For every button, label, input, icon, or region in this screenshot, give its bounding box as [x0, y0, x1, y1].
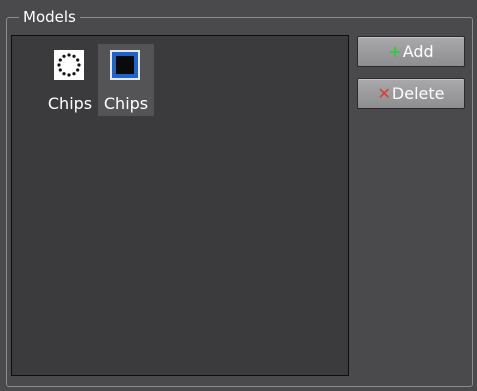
list-item-label: Chips — [47, 94, 93, 113]
delete-button[interactable]: ✕ Delete — [357, 78, 465, 109]
add-button-label: Add — [402, 42, 434, 61]
add-button[interactable]: + Add — [357, 36, 465, 67]
black-square-chip-icon — [110, 50, 140, 80]
models-group-title: Models — [19, 7, 80, 27]
list-item[interactable]: Chips — [42, 44, 98, 116]
models-list[interactable]: Chips Chips — [11, 35, 349, 376]
plus-icon: + — [388, 41, 402, 61]
dotted-circle-chip-icon — [54, 50, 84, 80]
models-panel: Models Chips Chips + Add ✕ Delete — [0, 0, 477, 391]
delete-button-label: Delete — [391, 84, 445, 103]
list-item-selected[interactable]: Chips — [98, 44, 154, 116]
list-item-label: Chips — [103, 94, 149, 113]
x-icon: ✕ — [377, 83, 391, 103]
